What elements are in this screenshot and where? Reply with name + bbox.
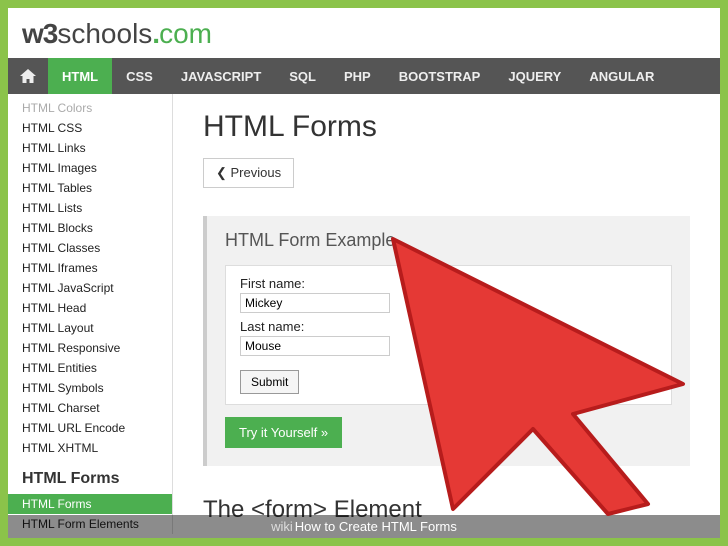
sidebar-item[interactable]: HTML Blocks [8, 218, 172, 238]
sidebar-item[interactable]: HTML JavaScript [8, 278, 172, 298]
logo-schools: schools [57, 18, 152, 49]
caption-wiki: wiki [271, 519, 293, 534]
sidebar-item[interactable]: HTML URL Encode [8, 418, 172, 438]
nav-javascript[interactable]: JAVASCRIPT [167, 58, 275, 94]
nav-jquery[interactable]: JQUERY [494, 58, 575, 94]
sidebar-item[interactable]: HTML Lists [8, 198, 172, 218]
form-area: First name: Last name: Submit [225, 265, 672, 405]
last-name-input[interactable] [240, 336, 390, 356]
sidebar-item[interactable]: HTML Iframes [8, 258, 172, 278]
first-name-label: First name: [240, 276, 657, 291]
sidebar-item[interactable]: HTML Images [8, 158, 172, 178]
main-content: HTML Forms ❮ Previous HTML Form Example … [173, 94, 720, 534]
page-title: HTML Forms [203, 110, 690, 144]
sidebar-item[interactable]: HTML Head [8, 298, 172, 318]
previous-button[interactable]: ❮ Previous [203, 158, 294, 188]
nav-bootstrap[interactable]: BOOTSTRAP [385, 58, 495, 94]
nav-php[interactable]: PHP [330, 58, 385, 94]
try-it-yourself-button[interactable]: Try it Yourself » [225, 417, 342, 448]
sidebar-item[interactable]: HTML XHTML [8, 438, 172, 458]
nav-sql[interactable]: SQL [275, 58, 330, 94]
sidebar-item[interactable]: HTML Links [8, 138, 172, 158]
nav-angular[interactable]: ANGULAR [575, 58, 668, 94]
sidebar-item[interactable]: HTML Charset [8, 398, 172, 418]
sidebar-item[interactable]: HTML Entities [8, 358, 172, 378]
nav-html[interactable]: HTML [48, 58, 112, 94]
nav-css[interactable]: CSS [112, 58, 167, 94]
logo-w3: w3 [22, 18, 57, 49]
caption-bar: wikiHow to Create HTML Forms [8, 515, 720, 538]
sidebar-heading: HTML Forms [8, 458, 172, 494]
first-name-input[interactable] [240, 293, 390, 313]
sidebar-item[interactable]: HTML Colors [8, 98, 172, 118]
example-box: HTML Form Example First name: Last name:… [203, 216, 690, 466]
sidebar-item[interactable]: HTML Responsive [8, 338, 172, 358]
sidebar-item[interactable]: HTML Tables [8, 178, 172, 198]
last-name-label: Last name: [240, 319, 657, 334]
sidebar-item[interactable]: HTML CSS [8, 118, 172, 138]
logo-com: com [159, 18, 212, 49]
top-nav: HTML CSS JAVASCRIPT SQL PHP BOOTSTRAP JQ… [8, 58, 720, 94]
sidebar-item[interactable]: HTML Classes [8, 238, 172, 258]
site-logo[interactable]: w3schools.com [8, 8, 720, 58]
example-heading: HTML Form Example [225, 230, 672, 251]
sidebar-item[interactable]: HTML Layout [8, 318, 172, 338]
submit-button[interactable]: Submit [240, 370, 299, 394]
sidebar-item[interactable]: HTML Symbols [8, 378, 172, 398]
sidebar-item-html-forms[interactable]: HTML Forms [8, 494, 172, 514]
home-icon[interactable] [8, 58, 48, 94]
sidebar: HTML Colors HTML CSS HTML Links HTML Ima… [8, 94, 173, 534]
caption-text: How to Create HTML Forms [295, 519, 457, 534]
